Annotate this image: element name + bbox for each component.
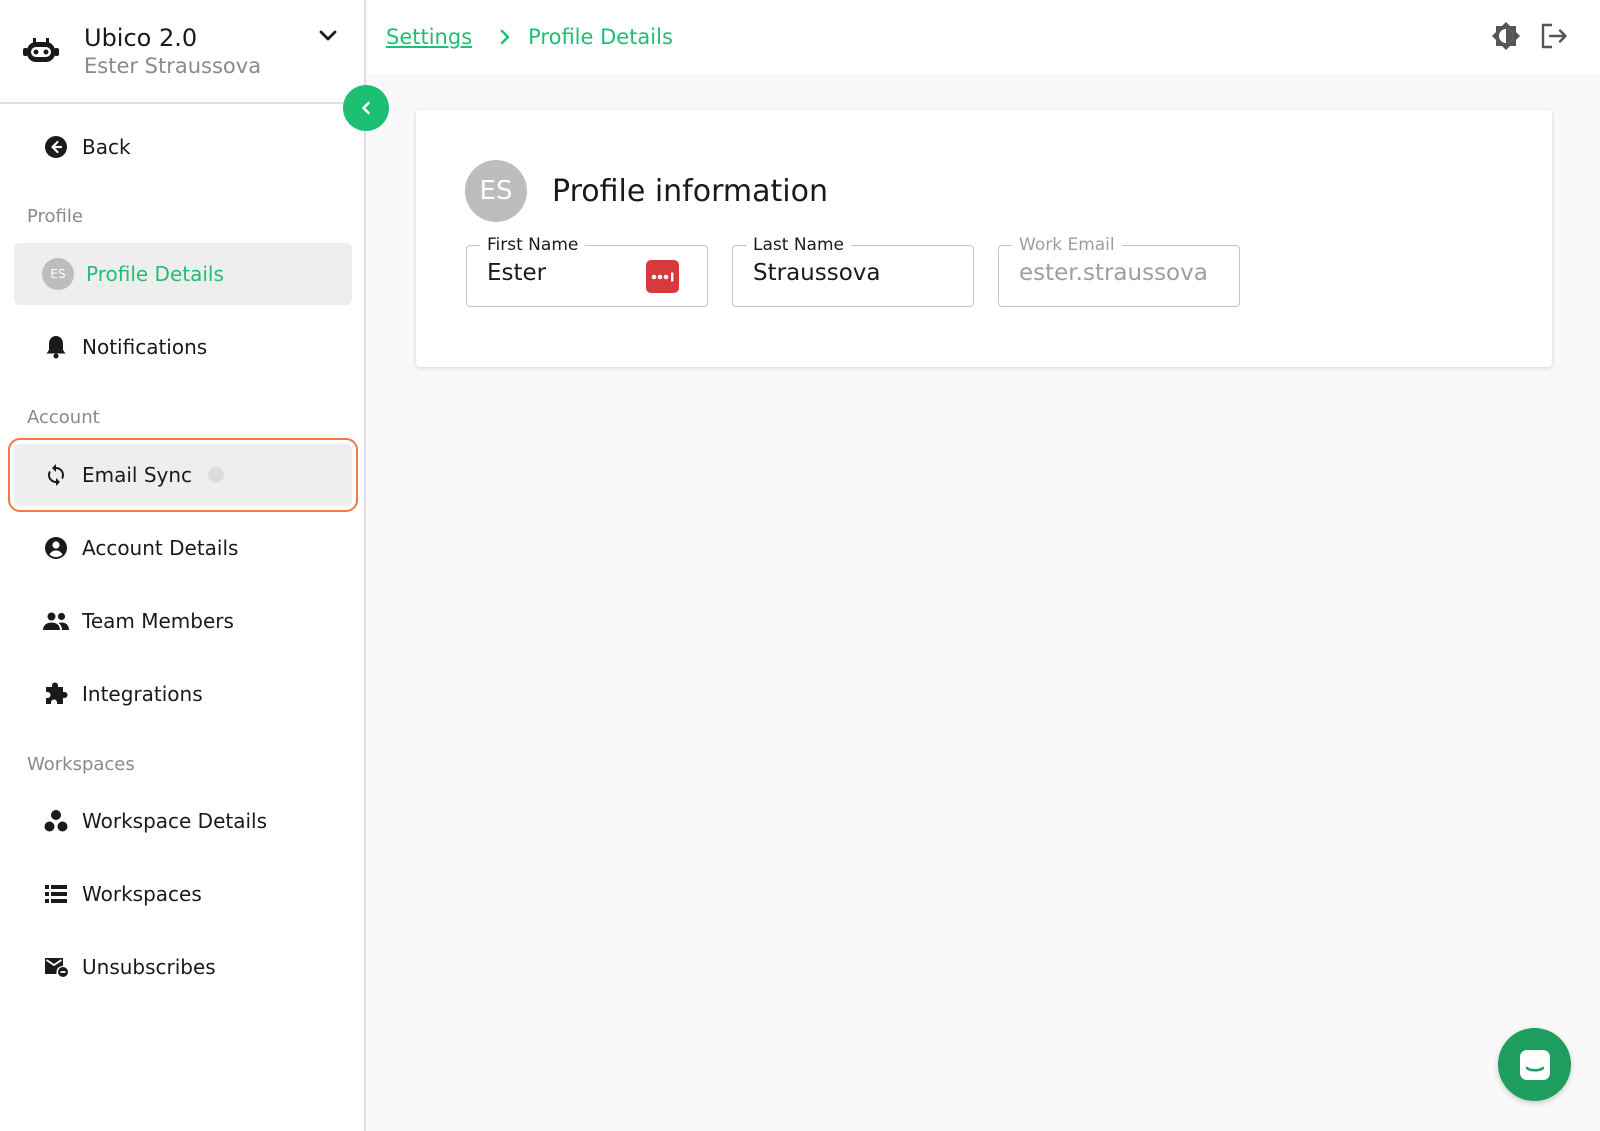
- sidebar-item-label: Team Members: [82, 609, 234, 633]
- sidebar-item-team-members[interactable]: Team Members: [14, 590, 352, 652]
- card-title: Profile information: [552, 173, 828, 209]
- first-name-field[interactable]: First Name Ester: [466, 234, 708, 307]
- last-name-value[interactable]: Straussova: [753, 260, 963, 286]
- robot-logo-icon: [20, 30, 62, 72]
- sidebar-item-label: Account Details: [82, 536, 239, 560]
- people-icon: [42, 607, 70, 635]
- last-name-field[interactable]: Last Name Straussova: [732, 234, 974, 307]
- last-name-label: Last Name: [746, 234, 851, 256]
- breadcrumb-current: Profile Details: [528, 25, 673, 49]
- section-label-profile: Profile: [27, 206, 83, 227]
- workspace-user: Ester Straussova: [84, 54, 262, 78]
- workspace-info: Ubico 2.0 Ester Straussova: [84, 23, 261, 79]
- back-button[interactable]: Back: [14, 116, 352, 178]
- unsubscribe-mail-icon: [42, 953, 70, 981]
- sidebar-item-workspace-details[interactable]: Workspace Details: [14, 790, 352, 852]
- sidebar: Ubico 2.0 Ester Straussova Back Profile …: [0, 0, 366, 1131]
- avatar[interactable]: ES: [465, 160, 527, 222]
- work-email-label: Work Email: [1012, 234, 1122, 256]
- avatar: ES: [42, 258, 74, 290]
- chat-icon: [1517, 1047, 1553, 1083]
- sidebar-item-label: Workspace Details: [82, 809, 268, 833]
- sync-icon: [42, 461, 70, 489]
- password-manager-icon[interactable]: [646, 260, 679, 293]
- sidebar-item-label: Profile Details: [86, 262, 224, 286]
- chevron-down-icon[interactable]: [316, 24, 340, 48]
- sidebar-item-account-details[interactable]: Account Details: [14, 517, 352, 579]
- logout-icon[interactable]: [1538, 20, 1570, 52]
- work-email-field: Work Email ester.straussova: [998, 234, 1240, 307]
- sidebar-item-workspaces[interactable]: Workspaces: [14, 863, 352, 925]
- sidebar-item-email-sync[interactable]: Email Sync: [8, 438, 358, 512]
- back-label: Back: [82, 135, 131, 159]
- profile-card: ES Profile information First Name Ester …: [416, 110, 1552, 367]
- account-circle-icon: [42, 534, 70, 562]
- bell-icon: [42, 333, 70, 361]
- breadcrumb-settings-link[interactable]: Settings: [386, 25, 472, 49]
- chevron-right-icon: [494, 26, 516, 48]
- list-icon: [42, 880, 70, 908]
- sidebar-item-label: Notifications: [82, 335, 208, 359]
- section-label-workspaces: Workspaces: [27, 754, 135, 775]
- first-name-label: First Name: [480, 234, 586, 256]
- sidebar-item-label: Email Sync: [82, 463, 193, 487]
- breadcrumb: Settings Profile Details: [368, 25, 673, 49]
- brightness-icon[interactable]: [1490, 20, 1522, 52]
- sidebar-item-profile-details[interactable]: ES Profile Details: [14, 243, 352, 305]
- top-actions: [1490, 20, 1570, 52]
- workspace-switcher[interactable]: Ubico 2.0 Ester Straussova: [0, 0, 366, 104]
- section-label-account: Account: [27, 407, 100, 428]
- arrow-back-circle-icon: [42, 133, 70, 161]
- chat-launcher-button[interactable]: [1498, 1028, 1571, 1101]
- sidebar-item-label: Unsubscribes: [82, 955, 216, 979]
- sidebar-item-label: Workspaces: [82, 882, 202, 906]
- top-bar: Settings Profile Details: [368, 0, 1600, 74]
- workspace-name: Ubico 2.0: [84, 24, 198, 52]
- workspaces-dots-icon: [42, 807, 70, 835]
- chevron-left-icon: [358, 100, 374, 116]
- work-email-value: ester.straussova: [1019, 260, 1208, 286]
- status-dot: [208, 467, 225, 483]
- puzzle-icon: [42, 680, 70, 708]
- collapse-sidebar-button[interactable]: [343, 85, 389, 131]
- sidebar-item-unsubscribes[interactable]: Unsubscribes: [14, 936, 352, 998]
- sidebar-item-integrations[interactable]: Integrations: [14, 663, 352, 725]
- profile-card-header: ES Profile information: [465, 160, 828, 222]
- sidebar-item-label: Integrations: [82, 682, 203, 706]
- sidebar-item-notifications[interactable]: Notifications: [14, 316, 352, 378]
